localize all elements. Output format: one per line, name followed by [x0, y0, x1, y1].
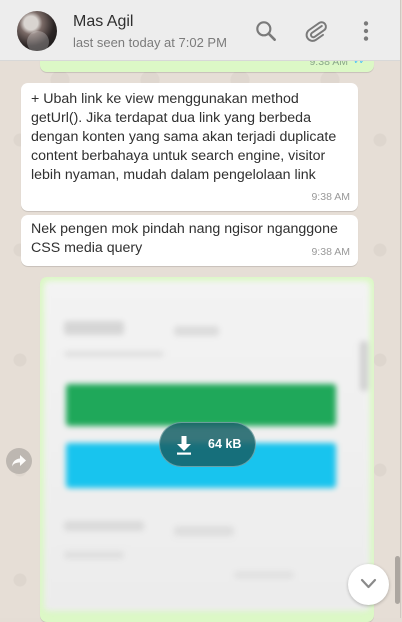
- chevron-down-icon: [360, 578, 377, 589]
- file-size: 64 kB: [208, 437, 242, 451]
- chat-header: Mas Agil last seen today at 7:02 PM: [0, 0, 400, 61]
- contact-name[interactable]: Mas Agil: [73, 13, 133, 31]
- message-time: 9:38 AM: [311, 191, 350, 203]
- forward-icon: [12, 455, 26, 467]
- scrollbar[interactable]: [395, 556, 400, 604]
- incoming-message[interactable]: + Ubah link ke view menggunakan method g…: [21, 83, 358, 211]
- scroll-to-bottom-button[interactable]: [348, 564, 389, 605]
- search-icon[interactable]: [253, 18, 279, 44]
- download-icon: [177, 436, 191, 455]
- attach-icon[interactable]: [303, 18, 329, 44]
- last-seen-status: last seen today at 7:02 PM: [73, 35, 227, 50]
- incoming-message[interactable]: Nek pengen mok pindah nang ngisor ngangg…: [21, 215, 358, 266]
- menu-icon[interactable]: [353, 18, 379, 44]
- message-text: + Ubah link ke view menggunakan method g…: [31, 91, 337, 183]
- avatar[interactable]: [17, 11, 57, 51]
- download-button[interactable]: 64 kB: [159, 422, 256, 467]
- message-time: 9:38 AM: [311, 246, 350, 258]
- message-text: Nek pengen mok pindah nang ngisor ngangg…: [31, 221, 338, 256]
- forward-button[interactable]: [6, 448, 32, 474]
